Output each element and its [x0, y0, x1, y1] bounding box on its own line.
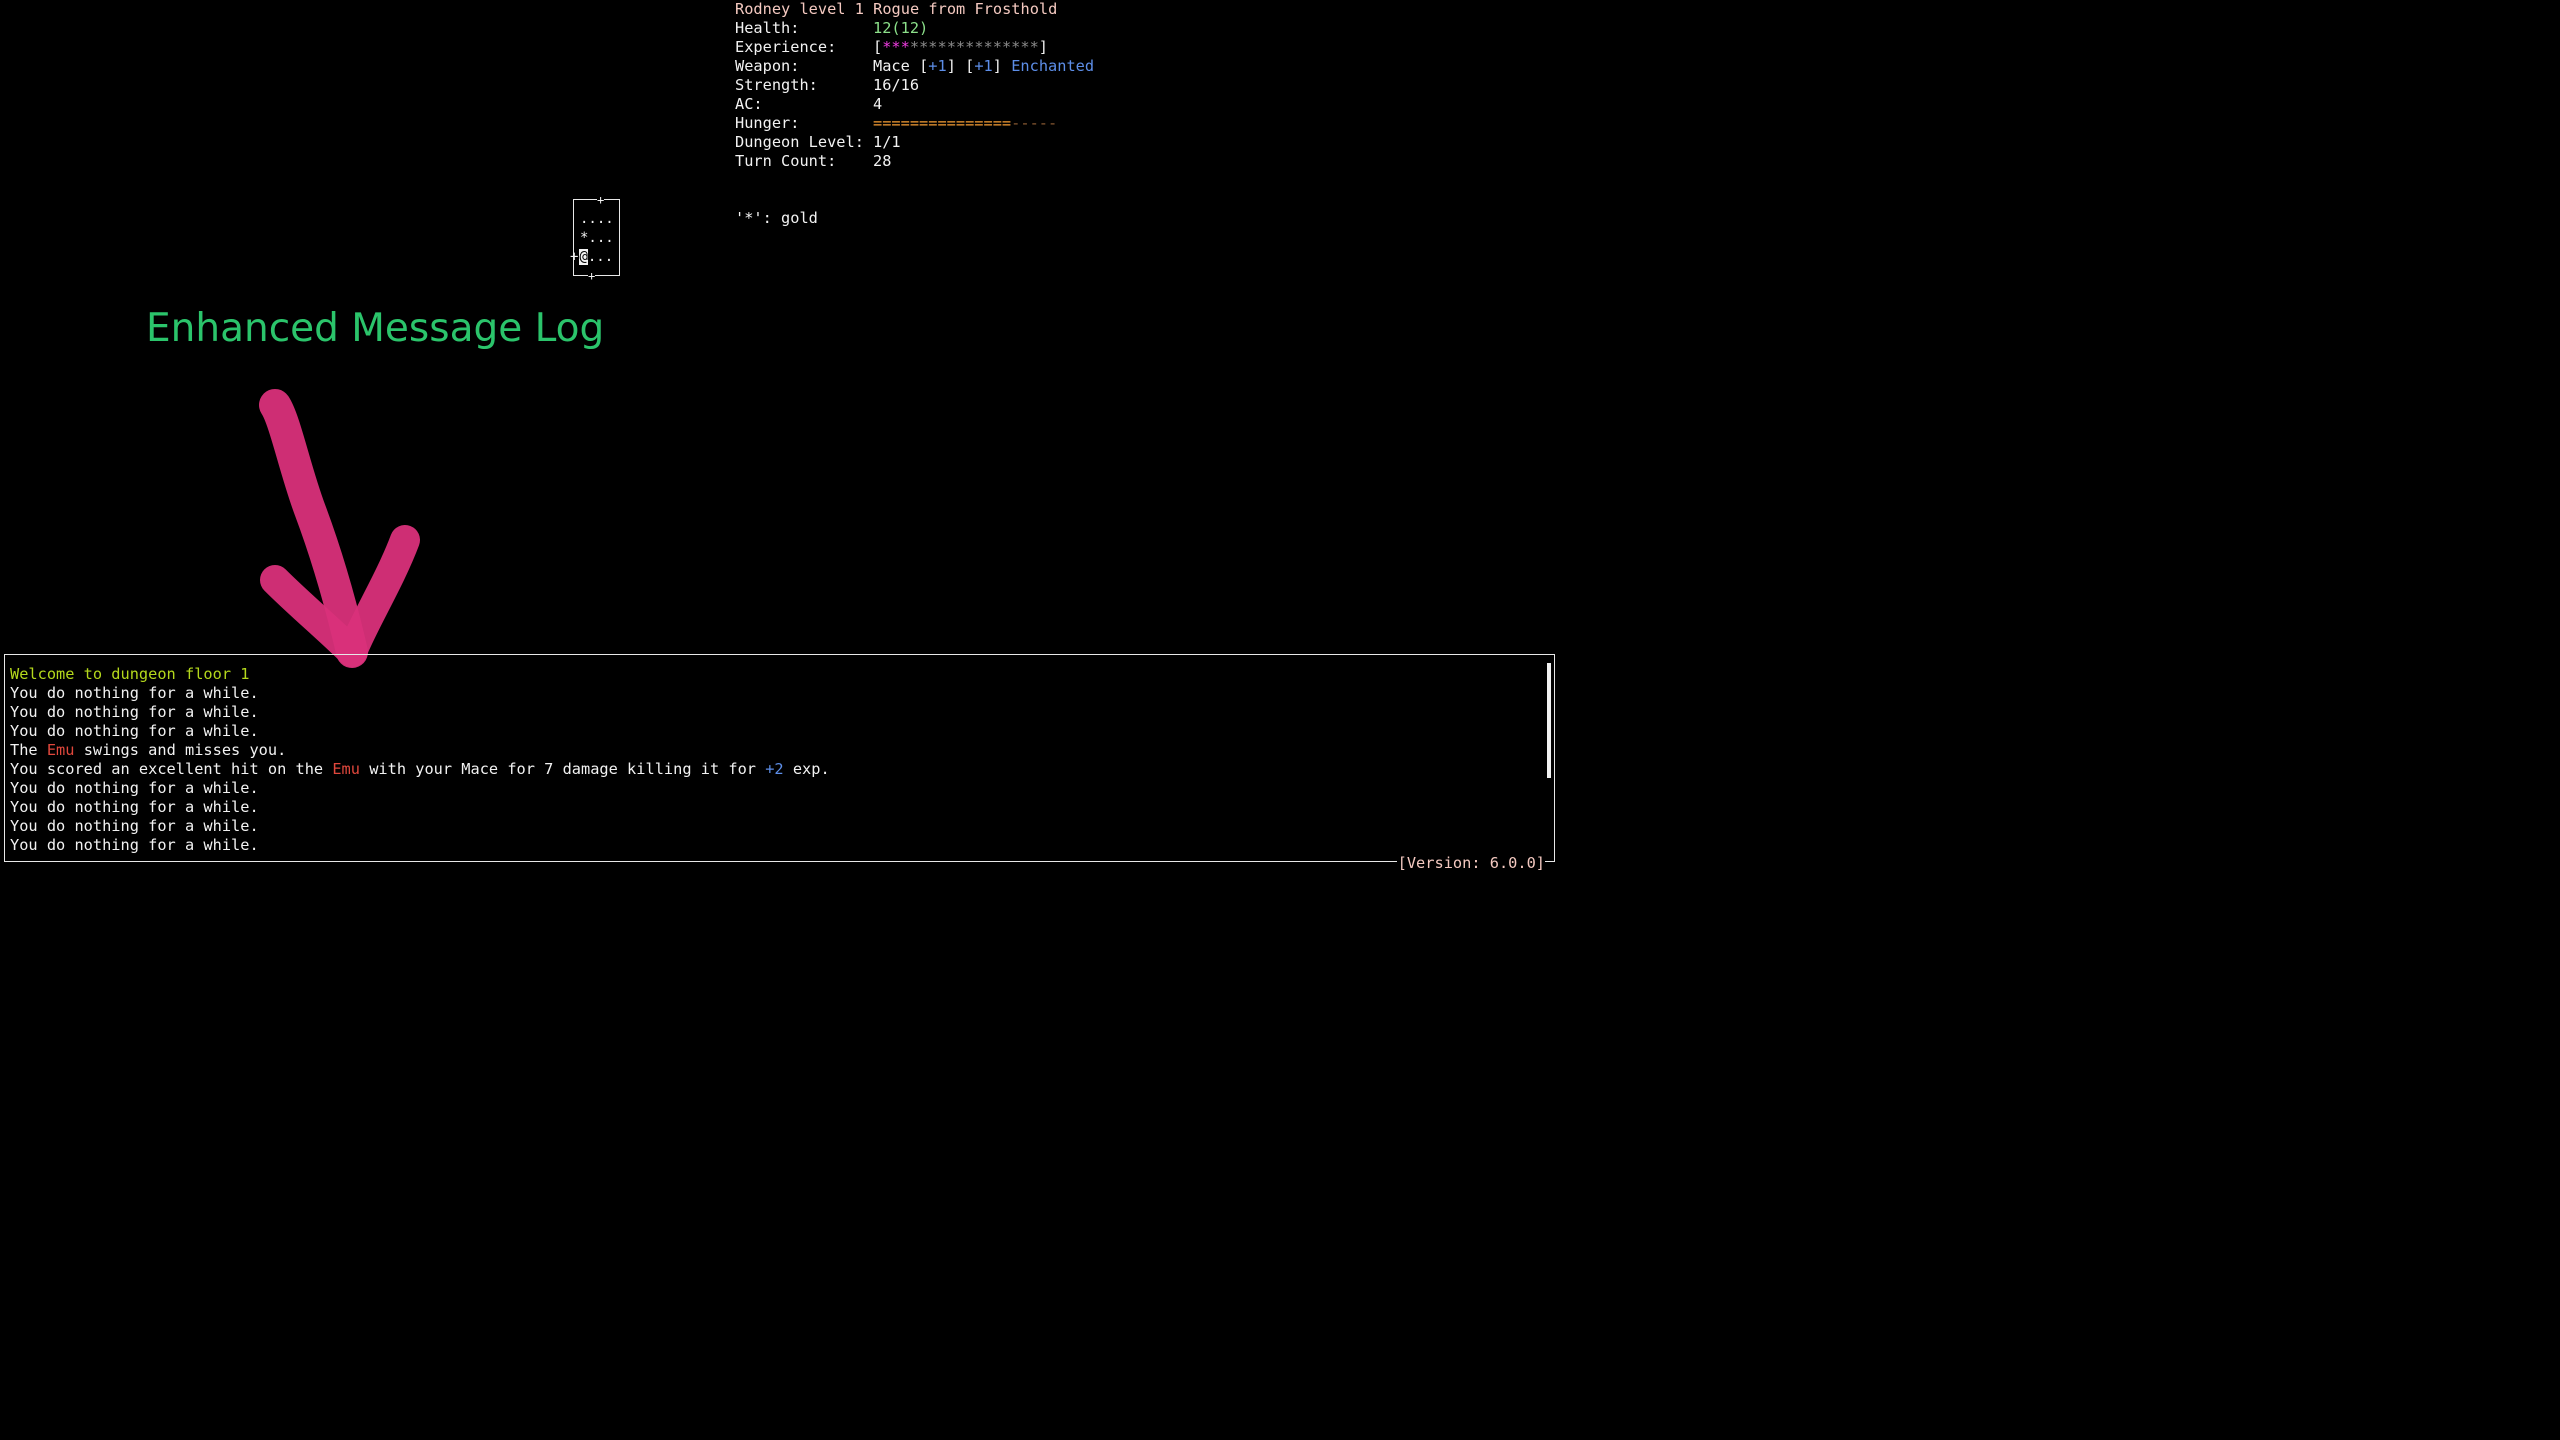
log-line: You do nothing for a while. [10, 817, 830, 836]
version-label: [Version: 6.0.0] [1396, 853, 1545, 873]
experience-bar-close: ] [1038, 38, 1049, 56]
health-value: 12(12) [873, 19, 929, 37]
experience-bar: [*****************] [873, 38, 1048, 56]
character-title: Rodney level 1 Rogue from Frosthold [735, 0, 1058, 18]
message-log-scrollbar[interactable] [1547, 663, 1551, 778]
map-row-3: +@... [570, 248, 613, 267]
arrow-icon [259, 389, 420, 668]
log-line-segment: You do nothing for a while. [10, 817, 259, 835]
annotation-title: Enhanced Message Log [146, 306, 605, 351]
log-line-segment: You do nothing for a while. [10, 722, 259, 740]
weapon-mod1-close: ] [946, 57, 966, 75]
hunger-bar: ===============----- [873, 114, 1057, 132]
strength-value: 16/16 [873, 76, 920, 94]
log-line-segment: exp. [783, 760, 830, 778]
log-line: You do nothing for a while. [10, 836, 830, 855]
experience-row: Experience: [*****************] [735, 38, 1094, 57]
weapon-label: Weapon: [735, 57, 800, 75]
weapon-modifier-2: +1 [974, 57, 993, 75]
health-row: Health: 12(12) [735, 19, 1094, 38]
message-log[interactable]: Welcome to dungeon floor 1 You do nothing… [4, 654, 1555, 862]
log-line-segment: You do nothing for a while. [10, 798, 259, 816]
ac-row: AC: 4 [735, 95, 1094, 114]
log-line-segment: Emu [46, 741, 75, 759]
ac-value: 4 [873, 95, 883, 113]
log-line: You do nothing for a while. [10, 684, 830, 703]
weapon-mod2-open: [ [965, 57, 975, 75]
experience-bar-filled: *** [882, 38, 910, 56]
log-line-segment: +2 [765, 760, 784, 778]
weapon-name: Mace [873, 57, 920, 75]
map-row-3-floor: ... [587, 249, 614, 265]
log-line: You do nothing for a while. [10, 703, 830, 722]
weapon-mod2-close: ] [992, 57, 1012, 75]
log-line: You do nothing for a while. [10, 722, 830, 741]
weapon-mod1-open: [ [919, 57, 929, 75]
log-line: You do nothing for a while. [10, 779, 830, 798]
experience-label: Experience: [735, 38, 837, 56]
map-row-2: *... [580, 230, 614, 246]
turn-count-row: Turn Count: 28 [735, 152, 1094, 171]
hunger-bar-filled: =============== [873, 114, 1012, 132]
stats-panel: Rodney level 1 Rogue from Frosthold Heal… [735, 0, 1094, 171]
log-line-segment: You do nothing for a while. [10, 779, 259, 797]
log-line-segment: You do nothing for a while. [10, 684, 259, 702]
log-line: The Emu swings and misses you. [10, 741, 830, 760]
log-line: You do nothing for a while. [10, 798, 830, 817]
door-bottom: + [588, 269, 596, 283]
turn-count-value: 28 [873, 152, 892, 170]
player-icon: @ [579, 249, 588, 265]
experience-bar-empty: ************** [909, 38, 1039, 56]
message-log-lines: Welcome to dungeon floor 1 You do nothing… [10, 665, 830, 855]
log-line-segment: Welcome to dungeon floor 1 [10, 665, 250, 683]
weapon-enchant: Enchanted [1011, 57, 1095, 75]
hunger-label: Hunger: [735, 114, 800, 132]
turn-count-label: Turn Count: [735, 152, 837, 170]
log-line-segment: The [10, 741, 47, 759]
log-line-segment: swings and misses you. [74, 741, 287, 759]
log-line-segment: You do nothing for a while. [10, 836, 259, 854]
dungeon-level-label: Dungeon Level: [735, 133, 864, 151]
weapon-row: Weapon: Mace [+1] [+1] Enchanted [735, 57, 1094, 76]
strength-row: Strength: 16/16 [735, 76, 1094, 95]
hunger-bar-empty: ----- [1011, 114, 1058, 132]
health-label: Health: [735, 19, 800, 37]
map-legend: '*': gold [735, 209, 818, 227]
experience-bar-open: [ [873, 38, 883, 56]
log-line: You scored an excellent hit on the Emu w… [10, 760, 830, 779]
ac-label: AC: [735, 95, 763, 113]
map-row-1: .... [580, 211, 614, 227]
door-west: + [570, 249, 579, 265]
hunger-row: Hunger: ===============----- [735, 114, 1094, 133]
log-line-segment: with your Mace for 7 damage killing it f… [359, 760, 766, 778]
log-line-segment: You do nothing for a while. [10, 703, 259, 721]
log-line-segment: Emu [332, 760, 360, 778]
door-top: + [597, 193, 605, 207]
strength-label: Strength: [735, 76, 818, 94]
log-line-segment: You scored an excellent hit on the [10, 760, 333, 778]
dungeon-map: + + .... *... +@... [569, 193, 625, 283]
dungeon-level-row: Dungeon Level: 1/1 [735, 133, 1094, 152]
log-line: Welcome to dungeon floor 1 [10, 665, 830, 684]
weapon-modifier-1: +1 [928, 57, 947, 75]
dungeon-level-value: 1/1 [873, 133, 901, 151]
